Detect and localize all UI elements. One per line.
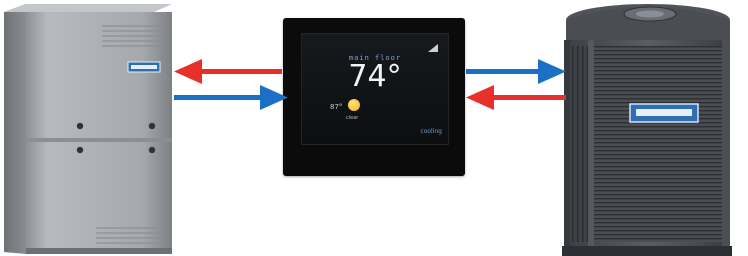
current-temperature: 74° bbox=[348, 59, 402, 94]
furnace-image bbox=[4, 4, 172, 254]
cool-arrow-to-thermostat bbox=[174, 85, 288, 110]
weather-condition: clear bbox=[346, 115, 359, 121]
thermostat-screen: main floor 74° 87° clear cooling bbox=[301, 33, 449, 145]
cool-arrow-to-ac bbox=[466, 59, 566, 84]
system-diagram: main floor 74° 87° clear cooling bbox=[0, 0, 748, 256]
sun-icon bbox=[348, 99, 360, 111]
signal-icon bbox=[428, 44, 438, 52]
system-mode: cooling bbox=[420, 128, 442, 135]
air-conditioner-image bbox=[562, 4, 732, 256]
outdoor-temperature: 87° bbox=[330, 103, 343, 111]
heat-arrow-to-thermostat bbox=[466, 85, 566, 110]
thermostat-device: main floor 74° 87° clear cooling bbox=[283, 18, 465, 176]
heat-arrow-to-furnace bbox=[174, 59, 282, 84]
